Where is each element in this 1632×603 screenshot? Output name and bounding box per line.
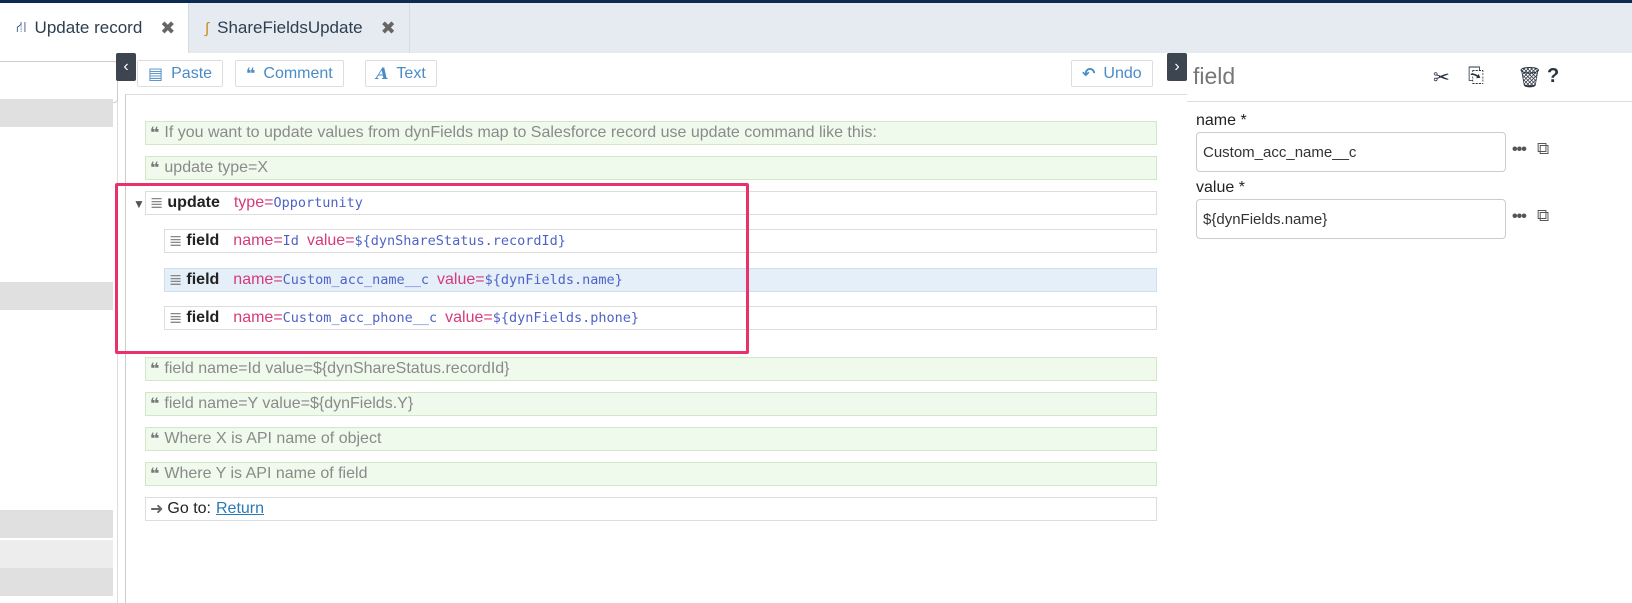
comment-text: field name=Id value=${dynShareStatus.rec… — [164, 360, 510, 377]
undo-icon: ↶ — [1082, 65, 1096, 83]
more-options-icon[interactable]: ••• — [1512, 141, 1527, 159]
comment-button[interactable]: ❝ Comment — [235, 60, 344, 87]
comment-line[interactable]: ❝ If you want to update values from dynF… — [145, 121, 1157, 145]
tab-update-record[interactable]: ⛙ Update record ✖ — [0, 3, 188, 53]
quote-icon: ❝ — [150, 396, 160, 413]
external-link-icon[interactable]: ⧉ — [1537, 139, 1549, 159]
inspector-divider — [1187, 101, 1632, 102]
name-input[interactable]: Custom_acc_name__c — [1196, 132, 1506, 172]
flow-icon: ⛙ — [16, 18, 27, 36]
comment-line[interactable]: ❝ Where Y is API name of field — [145, 462, 1157, 486]
left-list-item[interactable] — [0, 282, 113, 310]
comment-label: Comment — [263, 64, 333, 82]
undo-button[interactable]: ↶ Undo — [1071, 60, 1153, 87]
copy-icon[interactable]: ⎘ — [1468, 65, 1484, 88]
value-input[interactable]: ${dynFields.name} — [1196, 199, 1506, 239]
undo-label: Undo — [1103, 64, 1142, 82]
trash-icon[interactable]: 🗑 — [1517, 65, 1542, 90]
text-icon: A — [376, 64, 389, 83]
left-list-item[interactable] — [0, 510, 113, 538]
name-label: name * — [1196, 112, 1247, 129]
tab-bar: ⛙ Update record ✖ ∫ ShareFieldsUpdate ✖ — [0, 3, 1632, 53]
close-icon[interactable]: ✖ — [160, 18, 175, 39]
paste-icon: ▤ — [148, 65, 164, 83]
inspector-title: field — [1193, 63, 1236, 89]
quote-icon: ❝ — [150, 125, 160, 142]
goto-statement[interactable]: ➜ Go to: Return — [145, 497, 1157, 521]
value-label: value * — [1196, 179, 1245, 196]
comment-line[interactable]: ❝ field name=Y value=${dynFields.Y} — [145, 392, 1157, 416]
goto-label: Go to: — [167, 500, 211, 517]
quote-icon: ❝ — [150, 160, 160, 177]
inspector-panel: field ✂ ⎘ 🗑 ? name * Custom_acc_name__c … — [1187, 53, 1632, 603]
subflow-icon: ∫ — [205, 19, 210, 37]
external-link-icon[interactable]: ⧉ — [1537, 206, 1549, 226]
comment-line[interactable]: ❝ Where X is API name of object — [145, 427, 1157, 451]
arrow-right-icon: ➜ — [150, 501, 164, 518]
tab-label: ShareFieldsUpdate — [217, 18, 363, 37]
text-button[interactable]: A Text — [365, 60, 437, 87]
highlight-annotation-box — [115, 183, 749, 354]
comment-text: Where X is API name of object — [164, 430, 382, 447]
quote-icon: ❝ — [150, 431, 160, 448]
left-list-item[interactable] — [0, 568, 113, 596]
left-list-item[interactable] — [0, 540, 113, 568]
comment-text: If you want to update values from dynFie… — [164, 124, 877, 141]
comment-line[interactable]: ❝ update type=X — [145, 156, 1157, 180]
comment-line[interactable]: ❝ field name=Id value=${dynShareStatus.r… — [145, 357, 1157, 381]
left-list-item[interactable] — [0, 99, 113, 127]
editor-toolbar: ▤ Paste ❝ Comment A Text ↶ Undo — [125, 53, 1230, 95]
left-search-box[interactable] — [0, 61, 118, 103]
close-icon[interactable]: ✖ — [381, 18, 396, 39]
quote-icon: ❝ — [150, 466, 160, 483]
more-options-icon[interactable]: ••• — [1512, 208, 1527, 226]
text-label: Text — [396, 64, 426, 82]
quote-icon: ❝ — [150, 361, 160, 378]
help-icon[interactable]: ? — [1547, 65, 1559, 88]
comment-text: update type=X — [164, 159, 269, 176]
tab-label: Update record — [34, 18, 143, 37]
goto-link[interactable]: Return — [216, 500, 264, 518]
left-panel — [0, 53, 118, 603]
cut-icon[interactable]: ✂ — [1433, 65, 1450, 90]
paste-label: Paste — [171, 64, 213, 82]
comment-text: field name=Y value=${dynFields.Y} — [164, 395, 414, 412]
tab-sharefieldsupdate[interactable]: ∫ ShareFieldsUpdate ✖ — [188, 3, 410, 53]
paste-button[interactable]: ▤ Paste — [137, 60, 224, 87]
quote-icon: ❝ — [246, 65, 256, 83]
comment-text: Where Y is API name of field — [164, 465, 368, 482]
